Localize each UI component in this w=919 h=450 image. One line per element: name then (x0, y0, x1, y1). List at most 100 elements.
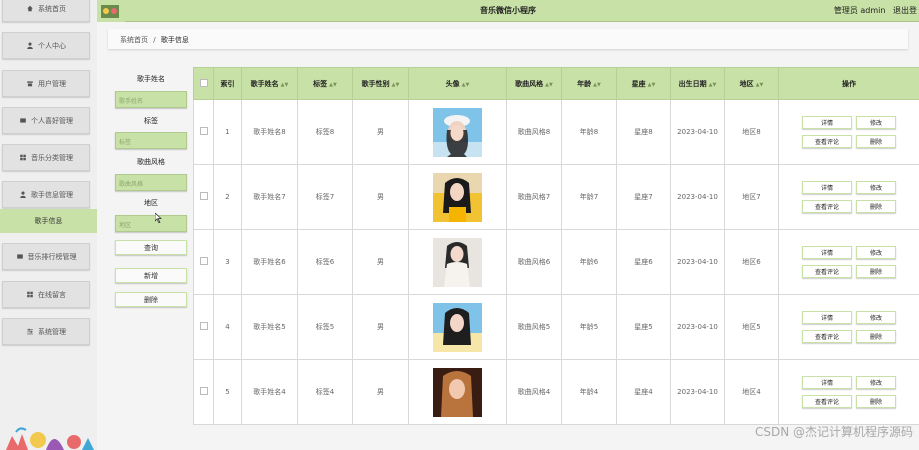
delete-row-button[interactable]: 删除 (856, 395, 896, 408)
row-checkbox[interactable] (193, 359, 214, 425)
view-comments-button[interactable]: 查看评论 (802, 135, 852, 148)
edit-button[interactable]: 修改 (856, 116, 896, 129)
delete-row-button[interactable]: 删除 (856, 135, 896, 148)
cell-style: 歌曲风格4 (506, 359, 562, 425)
edit-button[interactable]: 修改 (856, 181, 896, 194)
query-button[interactable]: 查询 (115, 240, 187, 255)
detail-button[interactable]: 详情 (802, 246, 852, 259)
col-label: 地区 (739, 79, 754, 88)
cell-actions: 详情 修改 查看评论 删除 (778, 99, 919, 165)
sidebar-item-label: 音乐分类管理 (31, 153, 73, 162)
cell-avatar (408, 164, 507, 230)
col-label: 标签 (313, 79, 328, 88)
col-tag[interactable]: 标签 ▲▼ (297, 67, 353, 100)
sidebar-subitem-singer-info[interactable]: 歌手信息 (0, 209, 97, 233)
singer-avatar-image (433, 302, 482, 352)
cell-index: 2 (213, 164, 242, 230)
table-row: 3 歌手姓名6 标签6 男 歌曲风格6 年龄6 星座6 2023-04-10 地… (193, 229, 919, 295)
sidebar-item-music-category[interactable]: 音乐分类管理 (2, 144, 90, 171)
detail-button[interactable]: 详情 (802, 116, 852, 129)
view-comments-button[interactable]: 查看评论 (802, 200, 852, 213)
add-button[interactable]: 新增 (115, 268, 187, 283)
sidebar-item-system[interactable]: 系统管理 (2, 318, 90, 345)
cell-name: 歌手姓名5 (241, 294, 298, 360)
sort-icon[interactable]: ▲▼ (756, 82, 764, 88)
view-comments-button[interactable]: 查看评论 (802, 330, 852, 343)
col-gender[interactable]: 歌手性别 ▲▼ (352, 67, 409, 100)
sidebar-item-singer-manage[interactable]: 歌手信息管理 (2, 181, 90, 208)
logout-link[interactable]: 退出登 (893, 6, 917, 15)
col-label: 歌手性别 (361, 79, 390, 88)
settings-icon (27, 328, 33, 335)
sort-icon[interactable]: ▲▼ (709, 82, 717, 88)
row-checkbox[interactable] (193, 164, 214, 230)
edit-button[interactable]: 修改 (856, 246, 896, 259)
tag-input[interactable]: 标签 (115, 132, 187, 149)
style-input[interactable]: 歌曲风格 (115, 174, 187, 191)
cell-zodiac: 星座7 (616, 164, 671, 230)
sidebar-item-users[interactable]: 用户管理 (2, 70, 90, 97)
col-label: 出生日期 (678, 79, 707, 88)
cell-avatar (408, 99, 507, 165)
sort-icon[interactable]: ▲▼ (545, 82, 553, 88)
singer-name-input[interactable]: 歌手姓名 (115, 91, 187, 108)
person-icon (20, 191, 26, 198)
detail-button[interactable]: 详情 (802, 376, 852, 389)
cell-birth: 2023-04-10 (670, 164, 725, 230)
edit-button[interactable]: 修改 (856, 376, 896, 389)
col-birth[interactable]: 出生日期 ▲▼ (670, 67, 725, 100)
col-region[interactable]: 地区 ▲▼ (724, 67, 779, 100)
cell-gender: 男 (352, 359, 409, 425)
sort-icon[interactable]: ▲▼ (593, 82, 601, 88)
delete-row-button[interactable]: 删除 (856, 200, 896, 213)
sidebar-item-label: 音乐排行榜管理 (27, 252, 77, 261)
view-comments-button[interactable]: 查看评论 (802, 395, 852, 408)
cell-birth: 2023-04-10 (670, 359, 725, 425)
cell-avatar (408, 359, 507, 425)
select-all-checkbox[interactable] (193, 67, 214, 100)
table-row: 2 歌手姓名7 标签7 男 歌曲风格7 年龄7 星座7 2023-04-10 地… (193, 164, 919, 230)
detail-button[interactable]: 详情 (802, 311, 852, 324)
cell-index: 4 (213, 294, 242, 360)
sort-icon[interactable]: ▲▼ (281, 82, 289, 88)
person-icon (27, 42, 33, 49)
sidebar-item-profile[interactable]: 个人中心 (2, 32, 90, 59)
col-singer-name[interactable]: 歌手姓名 ▲▼ (241, 67, 298, 100)
cell-zodiac: 星座6 (616, 229, 671, 295)
sort-icon[interactable]: ▲▼ (329, 82, 337, 88)
cell-birth: 2023-04-10 (670, 99, 725, 165)
list-icon (20, 118, 26, 123)
sort-icon[interactable]: ▲▼ (392, 82, 400, 88)
row-checkbox[interactable] (193, 229, 214, 295)
sidebar-item-preferences[interactable]: 个人喜好管理 (2, 107, 90, 134)
col-label: 年龄 (577, 79, 592, 88)
breadcrumb-home[interactable]: 系统首页 (120, 36, 148, 44)
singer-avatar-image (433, 107, 482, 157)
watermark: CSDN @杰记计算机程序源码 (754, 425, 913, 439)
cell-style: 歌曲风格8 (506, 99, 562, 165)
sidebar-item-label: 歌手信息管理 (31, 190, 73, 199)
row-checkbox[interactable] (193, 99, 214, 165)
sidebar-item-home[interactable]: 系统首页 (2, 0, 90, 22)
delete-row-button[interactable]: 删除 (856, 330, 896, 343)
col-style[interactable]: 歌曲风格 ▲▼ (506, 67, 562, 100)
region-input[interactable]: 地区 (115, 215, 187, 232)
detail-button[interactable]: 详情 (802, 181, 852, 194)
col-age[interactable]: 年龄 ▲▼ (561, 67, 617, 100)
col-avatar[interactable]: 头像 ▲▼ (408, 67, 507, 100)
sort-icon[interactable]: ▲▼ (462, 82, 470, 88)
cell-index: 5 (213, 359, 242, 425)
cell-index: 3 (213, 229, 242, 295)
sort-icon[interactable]: ▲▼ (648, 82, 656, 88)
cell-tag: 标签6 (297, 229, 353, 295)
view-comments-button[interactable]: 查看评论 (802, 265, 852, 278)
sidebar-item-rankings[interactable]: 音乐排行榜管理 (2, 243, 90, 270)
delete-row-button[interactable]: 删除 (856, 265, 896, 278)
edit-button[interactable]: 修改 (856, 311, 896, 324)
sidebar-item-messages[interactable]: 在线留言 (2, 281, 90, 308)
col-index: 索引 (213, 67, 242, 100)
row-checkbox[interactable] (193, 294, 214, 360)
col-zodiac[interactable]: 星座 ▲▼ (616, 67, 671, 100)
region-label: 地区 (144, 199, 158, 207)
delete-button[interactable]: 删除 (115, 292, 187, 307)
